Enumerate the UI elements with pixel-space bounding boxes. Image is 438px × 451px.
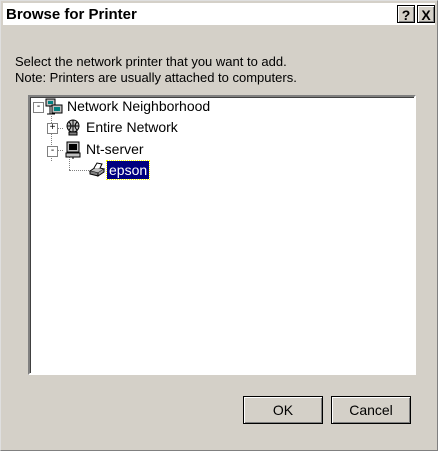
instructions: Select the network printer that you want…: [15, 54, 297, 86]
window-title: Browse for Printer: [6, 6, 137, 23]
close-button[interactable]: X: [417, 5, 435, 23]
collapse-toggle[interactable]: -: [33, 102, 44, 113]
tree-connector: [69, 170, 89, 172]
printer-icon: [88, 162, 106, 177]
computer-icon: [65, 141, 81, 159]
cancel-button[interactable]: Cancel: [331, 396, 411, 424]
network-neighborhood-icon: [45, 98, 63, 115]
tree-item-epson[interactable]: epson: [105, 160, 151, 180]
title-bar[interactable]: Browse for Printer ? X: [3, 3, 435, 25]
globe-icon: [66, 119, 80, 136]
instruction-line-2: Note: Printers are usually attached to c…: [15, 70, 297, 85]
expand-toggle[interactable]: +: [47, 123, 58, 134]
instruction-line-1: Select the network printer that you want…: [15, 54, 287, 69]
help-button[interactable]: ?: [397, 5, 415, 23]
printer-tree-view[interactable]: - Network Neighborhood + Entire Network …: [28, 95, 416, 375]
tree-item-nt-server[interactable]: Nt-server: [86, 140, 144, 158]
tree-item-network-neighborhood[interactable]: Network Neighborhood: [67, 97, 210, 115]
tree-item-entire-network[interactable]: Entire Network: [86, 118, 178, 136]
browse-for-printer-dialog: Browse for Printer ? X Select the networ…: [0, 0, 438, 451]
ok-button[interactable]: OK: [243, 396, 323, 424]
collapse-toggle[interactable]: -: [47, 146, 58, 157]
